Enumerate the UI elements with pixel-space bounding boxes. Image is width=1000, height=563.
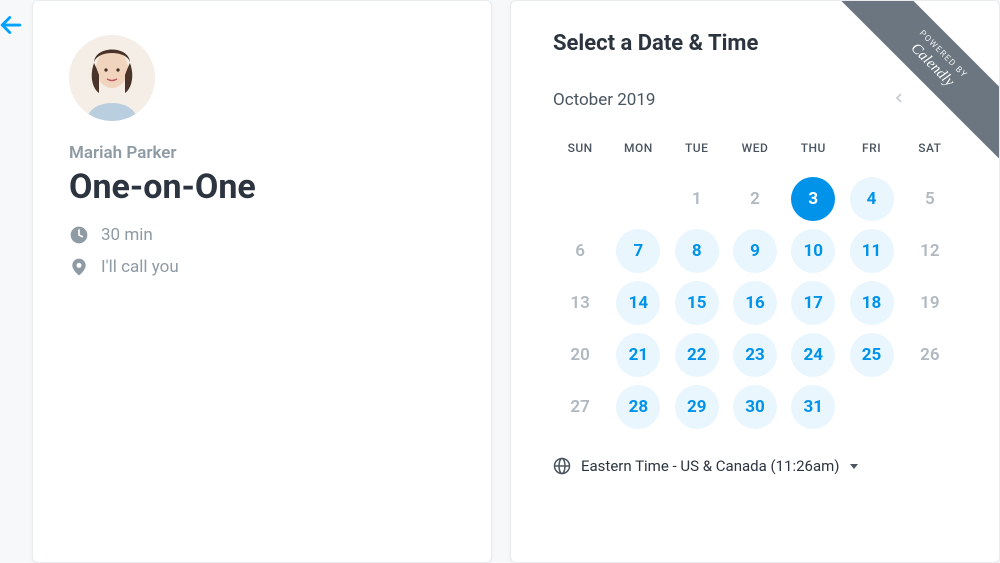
day-unavailable: 6 <box>558 229 602 273</box>
chevron-right-icon <box>937 90 953 106</box>
day-available[interactable]: 11 <box>850 229 894 273</box>
day-unavailable: 12 <box>908 229 952 273</box>
duration-label: 30 min <box>101 225 153 245</box>
day-available[interactable]: 18 <box>850 281 894 325</box>
day-available[interactable]: 17 <box>791 281 835 325</box>
day-cell: 31 <box>786 381 840 433</box>
day-cell: 11 <box>844 225 898 277</box>
back-icon[interactable] <box>0 10 26 47</box>
day-cell: 8 <box>670 225 724 277</box>
dow-header: SUN <box>553 135 607 173</box>
day-cell: 2 <box>728 173 782 225</box>
day-available[interactable]: 8 <box>675 229 719 273</box>
day-available[interactable]: 31 <box>791 385 835 429</box>
picker-heading: Select a Date & Time <box>553 31 957 56</box>
day-cell <box>903 381 957 433</box>
day-available[interactable]: 22 <box>675 333 719 377</box>
day-available[interactable]: 29 <box>675 385 719 429</box>
day-cell: 21 <box>611 329 665 381</box>
next-month-button[interactable] <box>933 86 957 113</box>
dow-header: WED <box>728 135 782 173</box>
day-cell: 9 <box>728 225 782 277</box>
day-available[interactable]: 24 <box>791 333 835 377</box>
day-cell: 19 <box>903 277 957 329</box>
day-available[interactable]: 7 <box>616 229 660 273</box>
day-cell: 6 <box>553 225 607 277</box>
day-unavailable: 19 <box>908 281 952 325</box>
brand-label: Calendly <box>841 1 999 156</box>
duration-row: 30 min <box>69 225 455 245</box>
day-available[interactable]: 4 <box>850 177 894 221</box>
month-label: October 2019 <box>553 90 655 110</box>
day-unavailable: 13 <box>558 281 602 325</box>
dow-header: SAT <box>903 135 957 173</box>
day-cell: 13 <box>553 277 607 329</box>
day-cell: 23 <box>728 329 782 381</box>
day-available[interactable]: 25 <box>850 333 894 377</box>
day-available[interactable]: 9 <box>733 229 777 273</box>
day-cell: 28 <box>611 381 665 433</box>
day-cell: 27 <box>553 381 607 433</box>
location-row: I'll call you <box>69 257 455 277</box>
day-unavailable: 27 <box>558 385 602 429</box>
timezone-selector[interactable]: Eastern Time - US & Canada (11:26am) <box>553 457 957 475</box>
caret-down-icon <box>850 464 858 469</box>
today-indicator <box>811 214 816 219</box>
day-cell: 17 <box>786 277 840 329</box>
day-cell: 22 <box>670 329 724 381</box>
day-available[interactable]: 23 <box>733 333 777 377</box>
day-cell: 7 <box>611 225 665 277</box>
dow-header: TUE <box>670 135 724 173</box>
day-available[interactable]: 14 <box>616 281 660 325</box>
day-cell: 29 <box>670 381 724 433</box>
day-available[interactable]: 21 <box>616 333 660 377</box>
day-cell: 18 <box>844 277 898 329</box>
day-cell: 20 <box>553 329 607 381</box>
event-details-panel: Mariah Parker One-on-One 30 min I'll cal… <box>32 0 492 563</box>
dow-header: THU <box>786 135 840 173</box>
day-unavailable: 2 <box>733 177 777 221</box>
day-cell <box>611 173 665 225</box>
day-cell: 15 <box>670 277 724 329</box>
day-unavailable: 26 <box>908 333 952 377</box>
day-cell: 3 <box>786 173 840 225</box>
day-cell: 26 <box>903 329 957 381</box>
day-available[interactable]: 28 <box>616 385 660 429</box>
day-unavailable: 5 <box>908 177 952 221</box>
day-cell: 5 <box>903 173 957 225</box>
day-cell: 12 <box>903 225 957 277</box>
day-cell: 16 <box>728 277 782 329</box>
day-available[interactable]: 16 <box>733 281 777 325</box>
day-cell <box>553 173 607 225</box>
day-available[interactable]: 30 <box>733 385 777 429</box>
location-pin-icon <box>69 257 89 277</box>
day-cell: 4 <box>844 173 898 225</box>
location-label: I'll call you <box>101 257 179 277</box>
day-cell: 25 <box>844 329 898 381</box>
host-name: Mariah Parker <box>69 143 455 163</box>
day-unavailable: 20 <box>558 333 602 377</box>
timezone-label: Eastern Time - US & Canada (11:26am) <box>581 457 840 475</box>
day-available[interactable]: 15 <box>675 281 719 325</box>
day-cell: 24 <box>786 329 840 381</box>
globe-icon <box>553 457 571 475</box>
day-cell: 14 <box>611 277 665 329</box>
date-picker-panel: POWERED BY Calendly Select a Date & Time… <box>510 0 1000 563</box>
day-unavailable: 1 <box>675 177 719 221</box>
day-cell: 30 <box>728 381 782 433</box>
day-cell: 10 <box>786 225 840 277</box>
calendar-grid: SUNMONTUEWEDTHUFRISAT1234567891011121314… <box>553 135 957 433</box>
chevron-left-icon <box>891 90 907 106</box>
day-cell: 1 <box>670 173 724 225</box>
day-cell <box>844 381 898 433</box>
day-available[interactable]: 10 <box>791 229 835 273</box>
event-title: One-on-One <box>69 167 455 207</box>
avatar <box>69 35 155 121</box>
dow-header: MON <box>611 135 665 173</box>
dow-header: FRI <box>844 135 898 173</box>
powered-by-label: POWERED BY <box>855 1 999 143</box>
clock-icon <box>69 225 89 245</box>
prev-month-button[interactable] <box>887 86 911 113</box>
